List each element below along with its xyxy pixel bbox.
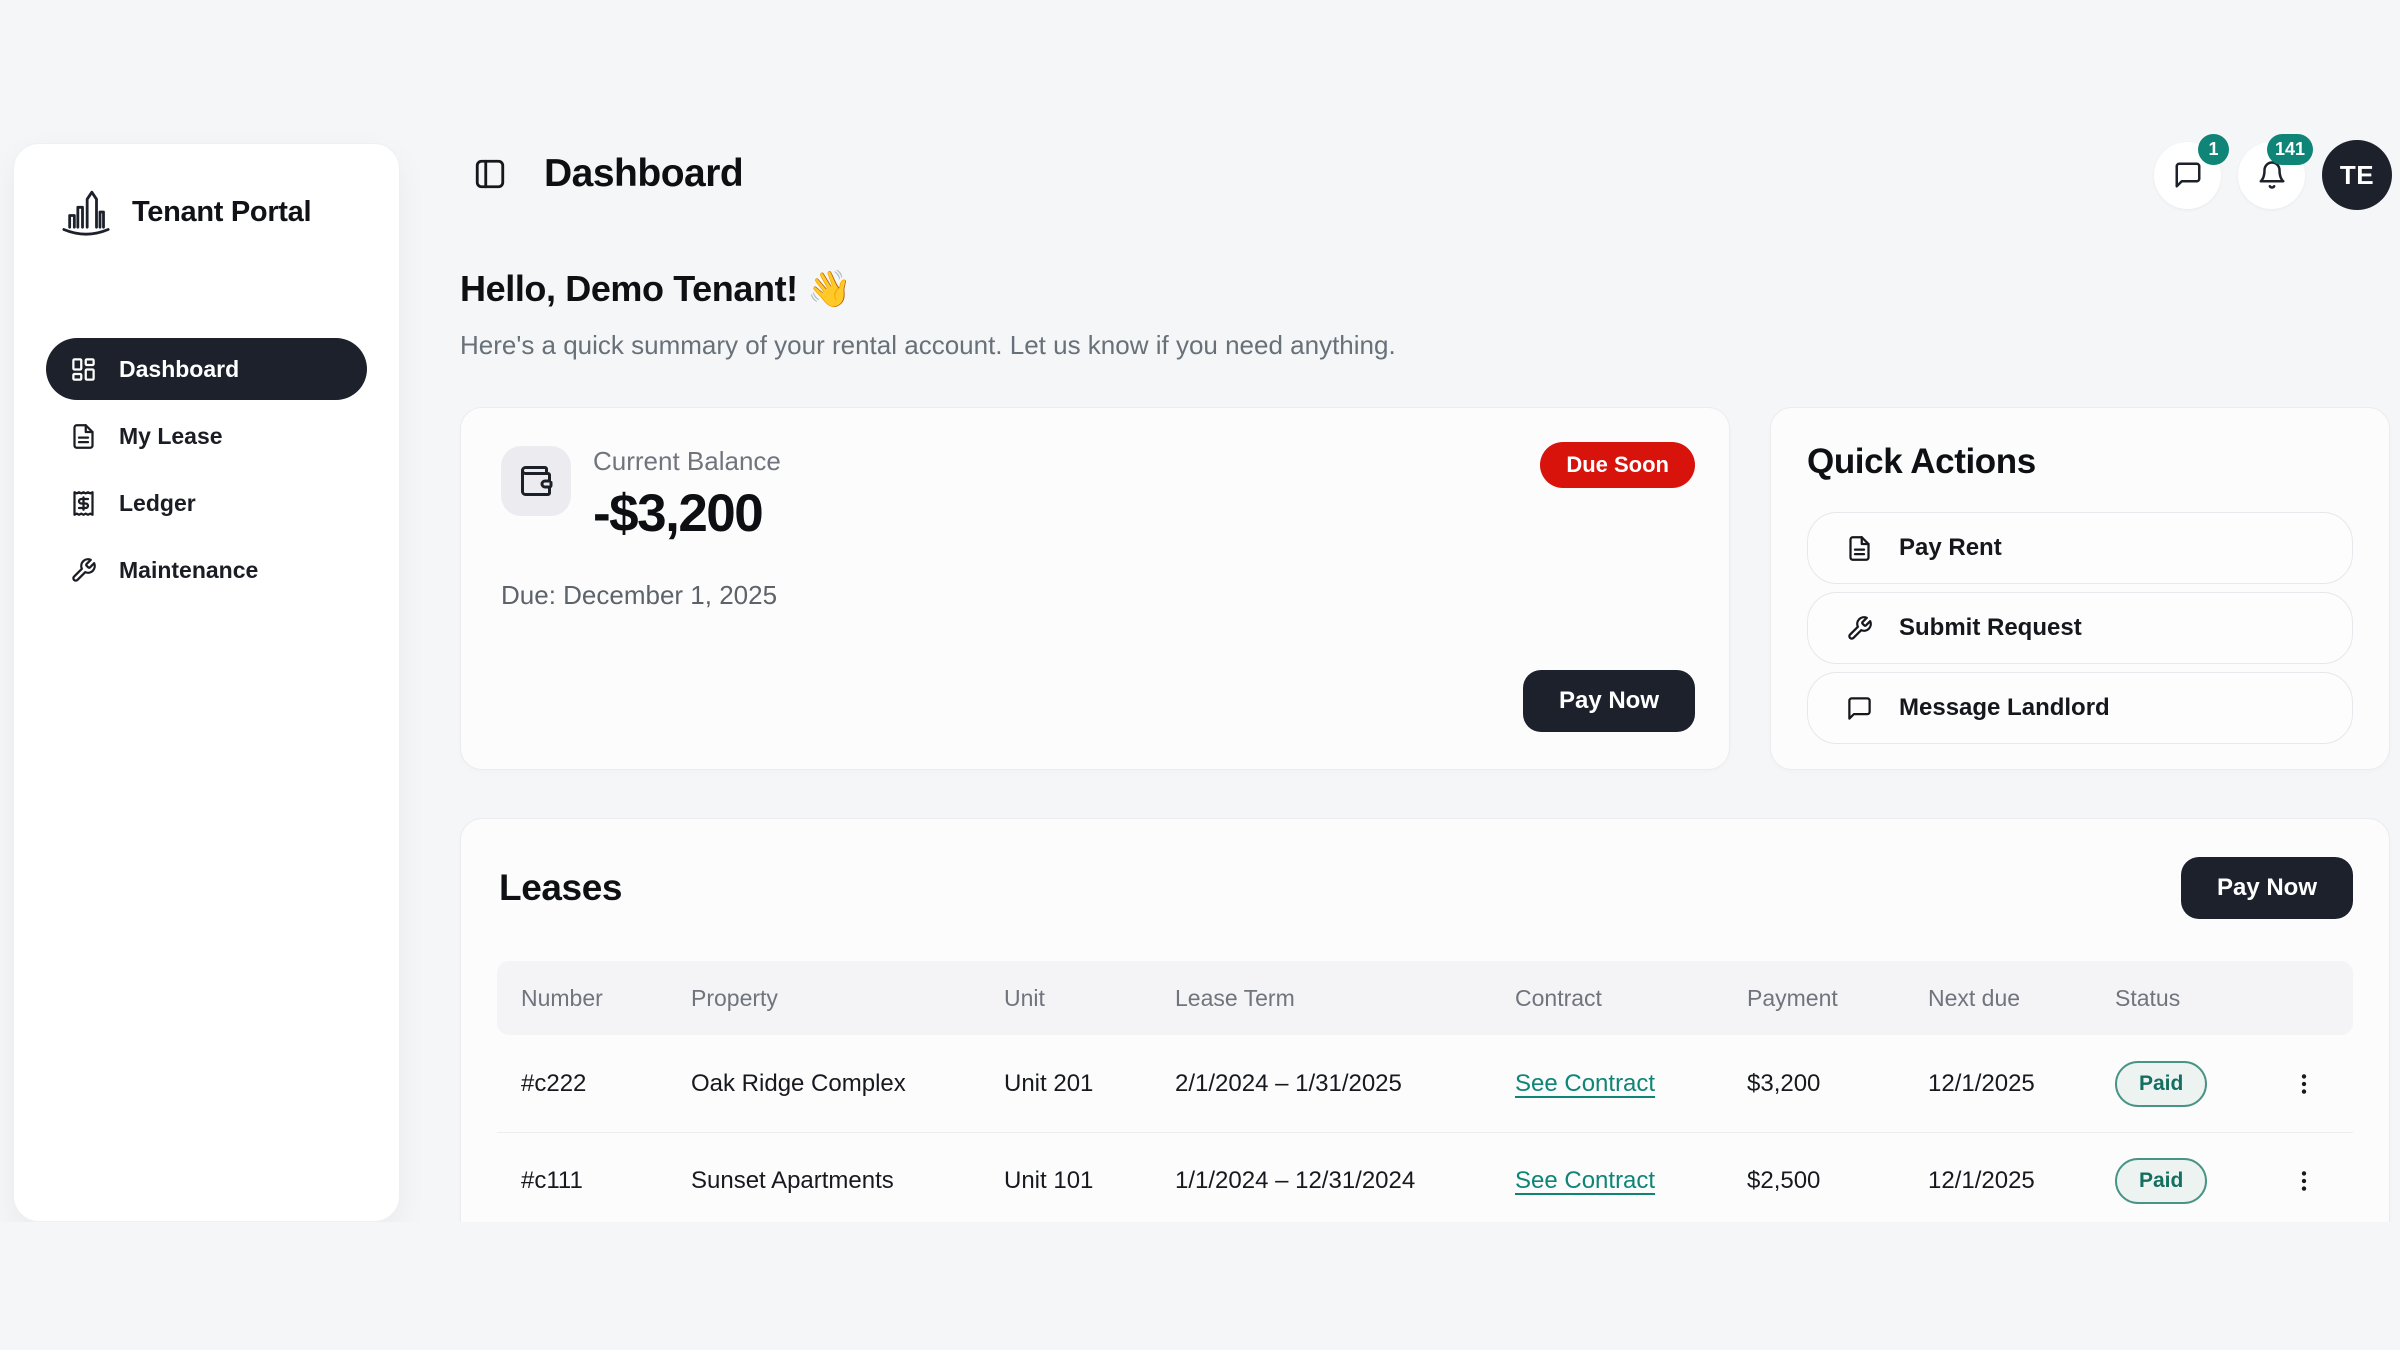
submit-request-label: Submit Request (1899, 614, 2082, 642)
row-menu-button[interactable] (2291, 1071, 2317, 1097)
notifications-button[interactable]: 141 (2238, 142, 2305, 209)
sidebar-item-maintenance[interactable]: Maintenance (46, 539, 367, 601)
sidebar-item-label: Ledger (119, 490, 196, 517)
column-next-due: Next due (1904, 985, 2091, 1012)
brand: Tenant Portal (46, 184, 367, 240)
leases-table: Number Property Unit Lease Term Contract… (497, 961, 2353, 1222)
balance-amount: -$3,200 (593, 483, 781, 544)
lease-payment: $3,200 (1723, 1070, 1904, 1098)
column-contract: Contract (1491, 985, 1723, 1012)
sidebar-item-ledger[interactable]: Ledger (46, 472, 367, 534)
column-lease-term: Lease Term (1151, 985, 1491, 1012)
lease-term: 2/1/2024 – 1/31/2025 (1151, 1070, 1491, 1098)
column-number: Number (497, 985, 667, 1012)
leases-title: Leases (499, 867, 622, 909)
header-actions: 1 141 TE (2154, 140, 2392, 210)
panel-left-icon (473, 157, 507, 191)
bell-icon (2257, 160, 2287, 190)
message-square-icon (1846, 695, 1873, 722)
submit-request-button[interactable]: Submit Request (1807, 592, 2353, 664)
notifications-badge: 141 (2267, 134, 2313, 165)
status-badge: Paid (2115, 1061, 2207, 1107)
row-menu-button[interactable] (2291, 1168, 2317, 1194)
leases-card: Leases Pay Now Number Property Unit Leas… (460, 818, 2390, 1222)
sidebar-item-my-lease[interactable]: My Lease (46, 405, 367, 467)
quick-actions-title: Quick Actions (1807, 442, 2353, 482)
app-viewport: Tenant Portal Dashboard My Lease Ledger (0, 0, 2400, 1222)
sidebar-item-label: My Lease (119, 423, 223, 450)
column-status: Status (2091, 985, 2255, 1012)
layout-dashboard-icon (70, 356, 97, 383)
messages-badge: 1 (2198, 134, 2229, 165)
wrench-icon (70, 557, 97, 584)
messages-button[interactable]: 1 (2154, 142, 2221, 209)
quick-actions-list: Pay Rent Submit Request Message Landlord (1807, 512, 2353, 744)
status-badge: Paid (2115, 1158, 2207, 1204)
pay-rent-button[interactable]: Pay Rent (1807, 512, 2353, 584)
lease-unit: Unit 101 (980, 1167, 1151, 1195)
see-contract-link[interactable]: See Contract (1515, 1167, 1655, 1194)
lease-unit: Unit 201 (980, 1070, 1151, 1098)
sidebar-toggle-button[interactable] (470, 154, 510, 194)
page-header: Dashboard (470, 152, 743, 196)
column-payment: Payment (1723, 985, 1904, 1012)
lease-property: Sunset Apartments (667, 1167, 980, 1195)
balance-label: Current Balance (593, 446, 781, 477)
pay-now-button[interactable]: Pay Now (1523, 670, 1695, 732)
quick-actions-card: Quick Actions Pay Rent Submit Request Me… (1770, 407, 2390, 770)
message-landlord-label: Message Landlord (1899, 694, 2110, 722)
brand-title: Tenant Portal (132, 196, 311, 229)
pay-rent-label: Pay Rent (1899, 534, 2002, 562)
sidebar-item-dashboard[interactable]: Dashboard (46, 338, 367, 400)
receipt-icon (70, 490, 97, 517)
file-text-icon (1846, 535, 1873, 562)
balance-due-date: Due: December 1, 2025 (501, 580, 1689, 611)
sidebar-item-label: Dashboard (119, 356, 239, 383)
table-header-row: Number Property Unit Lease Term Contract… (497, 961, 2353, 1035)
due-soon-badge: Due Soon (1540, 442, 1695, 488)
wallet-tile (501, 446, 571, 516)
table-row: #c111 Sunset Apartments Unit 101 1/1/202… (497, 1132, 2353, 1222)
kebab-menu-icon (2291, 1071, 2317, 1097)
greeting-subtitle: Here's a quick summary of your rental ac… (460, 330, 1396, 361)
greeting-title: Hello, Demo Tenant! 👋 (460, 268, 1396, 310)
wrench-icon (1846, 615, 1873, 642)
sidebar-nav: Dashboard My Lease Ledger Maintenance (46, 338, 367, 601)
building-logo-icon (58, 184, 114, 240)
lease-property: Oak Ridge Complex (667, 1070, 980, 1098)
lease-number: #c111 (497, 1167, 667, 1195)
see-contract-link[interactable]: See Contract (1515, 1070, 1655, 1097)
leases-pay-now-button[interactable]: Pay Now (2181, 857, 2353, 919)
table-row: #c222 Oak Ridge Complex Unit 201 2/1/202… (497, 1035, 2353, 1132)
greeting: Hello, Demo Tenant! 👋 Here's a quick sum… (460, 268, 1396, 361)
lease-next-due: 12/1/2025 (1904, 1167, 2091, 1195)
column-unit: Unit (980, 985, 1151, 1012)
column-property: Property (667, 985, 980, 1012)
sidebar-item-label: Maintenance (119, 557, 258, 584)
avatar[interactable]: TE (2322, 140, 2392, 210)
file-text-icon (70, 423, 97, 450)
message-landlord-button[interactable]: Message Landlord (1807, 672, 2353, 744)
sidebar: Tenant Portal Dashboard My Lease Ledger (13, 143, 400, 1222)
lease-term: 1/1/2024 – 12/31/2024 (1151, 1167, 1491, 1195)
lease-payment: $2,500 (1723, 1167, 1904, 1195)
wallet-icon (518, 463, 554, 499)
balance-card: Current Balance -$3,200 Due: December 1,… (460, 407, 1730, 770)
kebab-menu-icon (2291, 1168, 2317, 1194)
page-title: Dashboard (544, 152, 743, 196)
message-square-icon (2173, 160, 2203, 190)
lease-next-due: 12/1/2025 (1904, 1070, 2091, 1098)
lease-number: #c222 (497, 1070, 667, 1098)
